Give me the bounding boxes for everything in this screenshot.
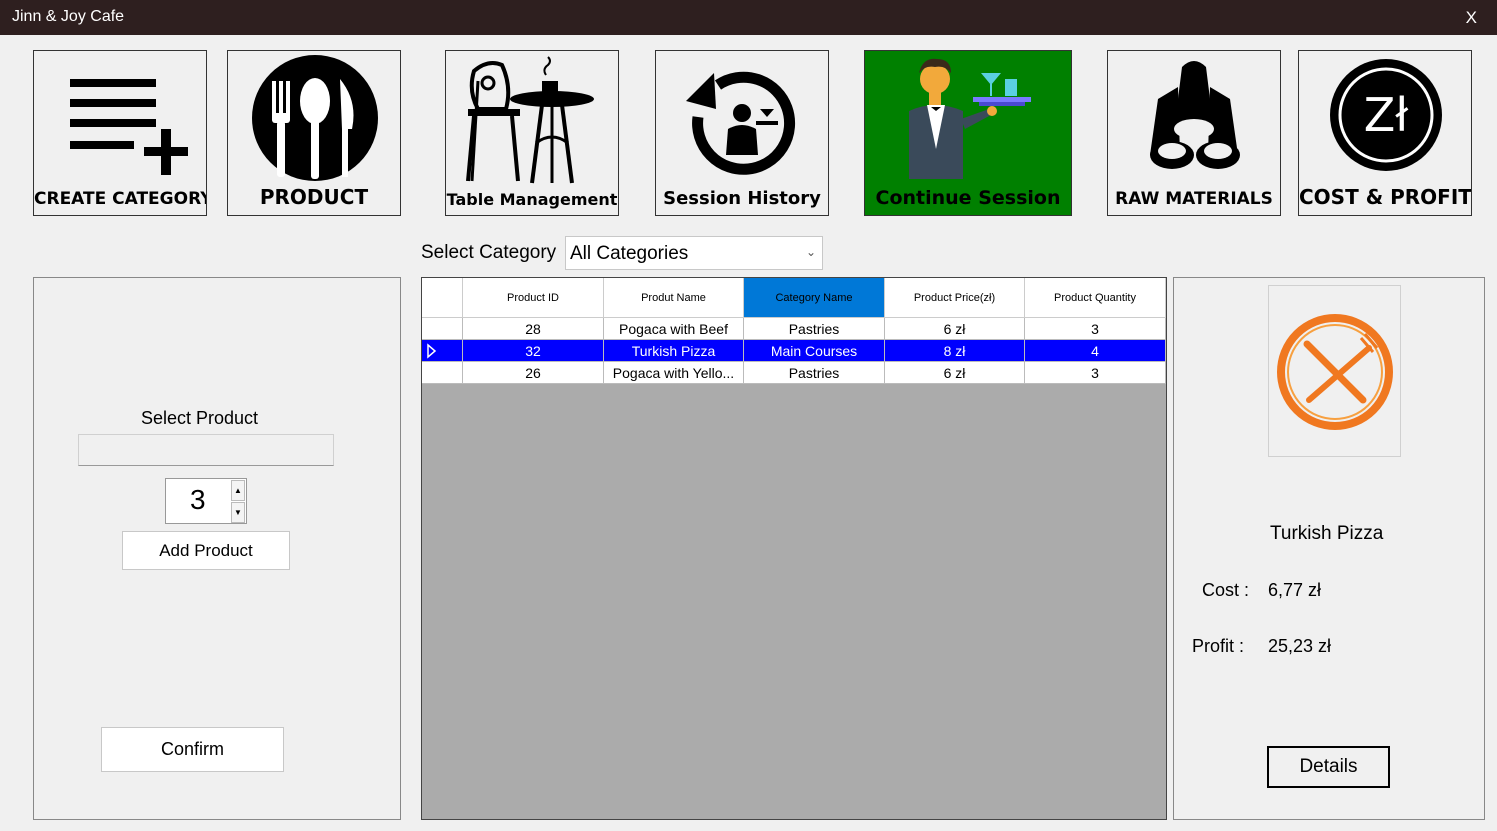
product-label: PRODUCT — [259, 185, 369, 209]
close-button[interactable]: X — [1466, 8, 1477, 28]
session-history-label: Session History — [663, 188, 821, 209]
profit-value: 25,23 zł — [1268, 636, 1332, 656]
cost-profit-button[interactable]: Zł COST & PROFIT — [1298, 50, 1472, 216]
column-header[interactable]: Produt Name — [604, 278, 744, 318]
confirm-button[interactable]: Confirm — [101, 727, 284, 772]
column-header-selected[interactable]: Category Name — [744, 278, 885, 318]
raw-materials-label: RAW MATERIALS — [1115, 189, 1273, 209]
raw-materials-button[interactable]: RAW MATERIALS — [1107, 50, 1281, 216]
quantity-up-button[interactable]: ▲ — [231, 480, 245, 501]
table-cell[interactable]: Pogaca with Beef — [604, 318, 744, 340]
table-cell[interactable]: 26 — [463, 362, 604, 384]
continue-session-button[interactable]: Continue Session — [864, 50, 1072, 216]
continue-session-label: Continue Session — [875, 187, 1061, 209]
category-dropdown-value: All Categories — [570, 243, 689, 264]
select-product-field[interactable] — [78, 434, 334, 466]
quantity-stepper[interactable]: 3 ▲ ▼ — [165, 478, 247, 524]
table-cell[interactable]: 8 zł — [885, 340, 1025, 362]
restaurant-logo-icon — [1277, 314, 1393, 430]
table-management-label: Table Management — [446, 190, 618, 209]
quantity-value[interactable]: 3 — [190, 484, 206, 516]
table-management-button[interactable]: Table Management — [445, 50, 619, 216]
cost-label: Cost : — [1202, 580, 1250, 600]
table-cell[interactable]: 28 — [463, 318, 604, 340]
table-cell[interactable]: 4 — [1025, 340, 1166, 362]
table-cell[interactable]: 32 — [463, 340, 604, 362]
product-image — [1268, 285, 1401, 457]
profit-label: Profit : — [1192, 636, 1245, 656]
row-pointer-icon — [427, 343, 437, 359]
products-grid[interactable]: Product ID Produt Name Category Name Pro… — [421, 277, 1167, 820]
column-header[interactable]: Product Quantity — [1025, 278, 1166, 318]
table-cell[interactable]: Pastries — [744, 318, 885, 340]
row-header-corner — [422, 278, 463, 318]
cost-profit-label: COST & PROFIT — [1299, 185, 1472, 209]
table-cell[interactable]: Main Courses — [744, 340, 885, 362]
column-header[interactable]: Product ID — [463, 278, 604, 318]
select-product-label: Select Product — [141, 408, 259, 428]
select-category-label: Select Category — [421, 242, 557, 263]
add-product-button[interactable]: Add Product — [122, 531, 290, 570]
table-cell[interactable]: 3 — [1025, 362, 1166, 384]
create-category-label: CREATE CATEGORY — [34, 189, 207, 209]
chevron-down-icon: ⌄ — [805, 245, 816, 259]
product-button[interactable]: PRODUCT — [227, 50, 401, 216]
details-button[interactable]: Details — [1267, 746, 1390, 788]
table-cell[interactable]: 6 zł — [885, 318, 1025, 340]
table-cell[interactable]: Pogaca with Yello... — [604, 362, 744, 384]
table-cell[interactable]: Turkish Pizza — [604, 340, 744, 362]
create-category-button[interactable]: CREATE CATEGORY — [33, 50, 207, 216]
category-dropdown[interactable]: All Categories ⌄ — [565, 236, 823, 270]
title-bar: Jinn & Joy Cafe X — [0, 0, 1497, 35]
row-header[interactable] — [422, 362, 463, 384]
table-cell[interactable]: 3 — [1025, 318, 1166, 340]
table-cell[interactable]: Pastries — [744, 362, 885, 384]
window-title: Jinn & Joy Cafe — [12, 8, 125, 25]
column-header[interactable]: Product Price(zł) — [885, 278, 1025, 318]
quantity-down-button[interactable]: ▼ — [231, 502, 245, 523]
row-header[interactable] — [422, 318, 463, 340]
table-cell[interactable]: 6 zł — [885, 362, 1025, 384]
cost-value: 6,77 zł — [1268, 580, 1322, 600]
row-header[interactable] — [422, 340, 463, 362]
product-name: Turkish Pizza — [1270, 523, 1384, 544]
zloty-symbol: Zł — [1364, 88, 1410, 142]
session-history-button[interactable]: Session History — [655, 50, 829, 216]
